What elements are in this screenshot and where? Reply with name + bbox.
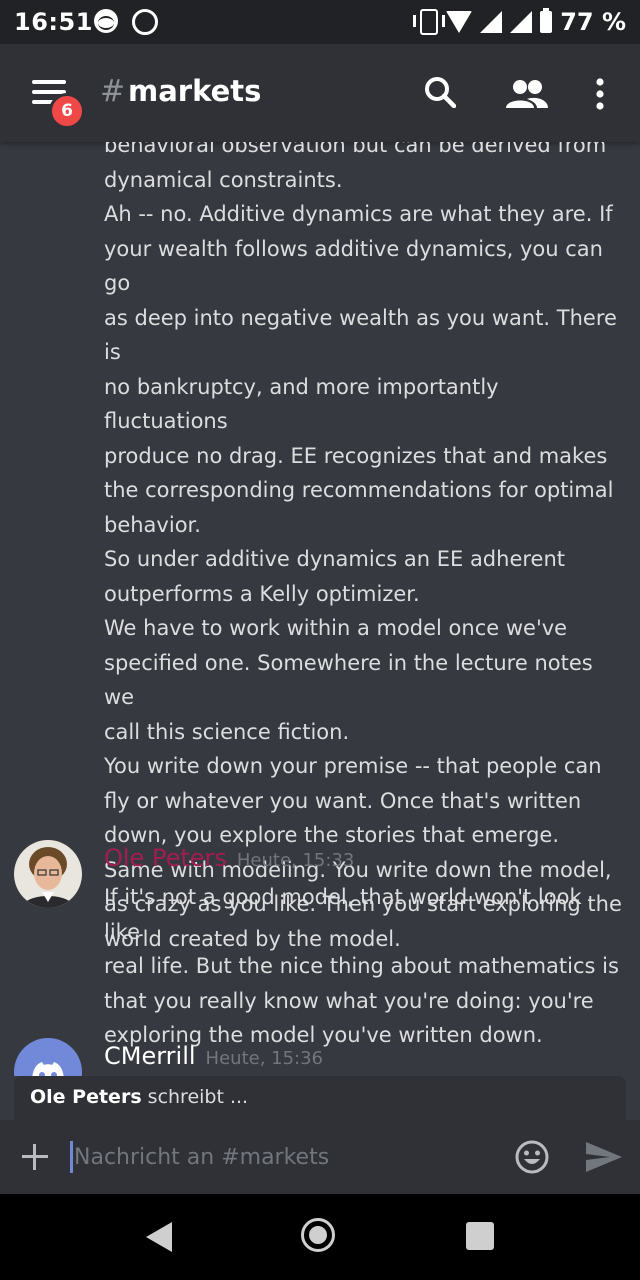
signal-icon [480,11,503,33]
avatar-photo [14,840,82,908]
spotify-icon [94,9,118,33]
clock: 16:51 [14,8,93,36]
typing-text: schreibt ... [141,1086,249,1108]
message-line: Ah -- no. Additive dynamics are what the… [104,202,613,226]
message-line: that you really know what you're doing: … [104,988,594,1013]
message-line: fly or whatever you want. Once that's wr… [104,788,582,813]
message-line: We have to work within a model once we'v… [104,616,568,640]
message-line: So under additive dynamics an EE adheren… [104,547,566,571]
status-bar: 16:51 77 % [0,0,640,44]
message-line: behavior. [104,512,201,537]
message-line: call this science fiction. [104,719,350,744]
home-icon[interactable] [301,1218,335,1252]
author-name[interactable]: Ole Peters [104,844,227,872]
typing-indicator: Ole Peters schreibt ... [14,1076,626,1120]
members-icon[interactable] [505,78,549,110]
more-options-icon[interactable] [590,78,610,110]
send-icon[interactable] [584,1140,624,1174]
message-list[interactable]: behavioral observation but can be derive… [0,142,640,1076]
text-cursor [70,1141,73,1173]
unread-badge: 6 [49,93,85,129]
system-navigation-bar [0,1194,640,1280]
message-line: your wealth follows additive dynamics, y… [104,236,603,296]
message-body: If it's not a good model, that world won… [104,880,624,1053]
message-header: Ole Peters Heute, 15:33 [104,844,354,872]
message-line: behavioral observation but can be derive… [104,142,607,157]
emoji-icon[interactable] [514,1139,550,1175]
channel-hash-icon: # [100,74,126,109]
message-line: dynamical constraints. [104,167,343,192]
message-line: as deep into negative wealth as you want… [104,305,617,365]
timestamp: Heute, 15:33 [236,850,355,871]
typing-user: Ole Peters [30,1086,142,1108]
roaming-signal-icon [510,11,533,33]
wifi-icon [446,11,473,33]
message-input[interactable] [74,1138,494,1176]
timestamp: Heute, 15:36 [205,1048,324,1069]
message-line: produce no drag. EE recognizes that and … [104,443,608,468]
message-line: outperforms a Kelly optimizer. [104,581,420,606]
back-icon[interactable] [146,1222,172,1252]
avatar[interactable] [14,840,82,908]
message-line: If it's not a good model, that world won… [104,885,582,944]
channel-header: 6 # markets [0,44,640,142]
whatsapp-icon [132,9,158,35]
add-attachment-icon[interactable] [22,1144,48,1170]
channel-title: markets [128,74,262,108]
battery-percent: 77 % [560,8,626,36]
message-line: no bankruptcy, and more importantly fluc… [104,374,499,434]
vibrate-icon [413,9,446,35]
message-header: CMerrill Heute, 15:36 [104,1042,323,1070]
message-line: specified one. Somewhere in the lecture … [104,650,593,710]
message-line: the corresponding recommendations for op… [104,478,614,502]
battery-icon [540,8,553,33]
discord-logo-icon [32,1062,64,1076]
recents-icon[interactable] [466,1222,494,1250]
author-name[interactable]: CMerrill [104,1042,196,1070]
status-icons: 77 % [413,8,626,36]
avatar[interactable] [14,1038,82,1076]
message-composer [0,1120,640,1194]
message-line: real life. But the nice thing about math… [104,954,619,978]
message-line: You write down your premise -- that peop… [104,754,602,778]
search-icon[interactable] [424,76,456,108]
continued-message: behavioral observation but can be derive… [104,142,624,956]
